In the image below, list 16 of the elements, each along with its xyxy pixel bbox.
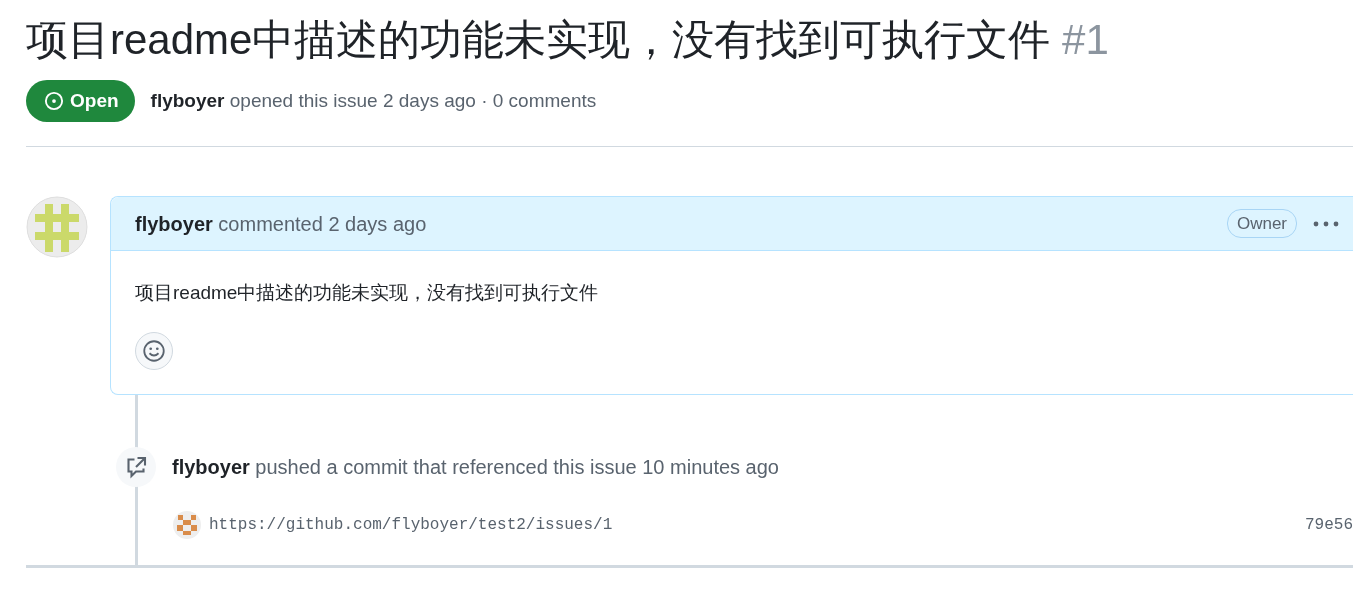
issue-number: #1 <box>1062 16 1109 63</box>
more-options-icon[interactable] <box>1313 220 1339 227</box>
commit-sha[interactable]: 79e56 <box>1305 512 1353 537</box>
smiley-icon <box>142 338 166 363</box>
add-reaction-button[interactable] <box>135 331 173 370</box>
role-label: Owner <box>1226 208 1297 239</box>
issue-meta: flyboyer opened this issue 2 days ago · 0 comments <box>150 88 597 113</box>
avatar-icon[interactable] <box>173 510 201 539</box>
comment-body: 项目readme中描述的功能未实现，没有找到可执行文件 <box>135 281 600 305</box>
cross-reference-icon <box>116 446 156 487</box>
issue-state-badge: Open <box>26 80 135 122</box>
open-issue-icon <box>44 91 64 111</box>
comment-heading: flyboyer commented 2 days ago <box>135 211 427 237</box>
issue-title: 项目readme中描述的功能未实现，没有找到可执行文件 #1 <box>26 15 1110 65</box>
event-text: flyboyer pushed a commit that referenced this issue 10 minutes ago <box>172 454 779 480</box>
commit-message[interactable]: https://github.com/flyboyer/test2/issues/1 <box>209 512 1305 537</box>
